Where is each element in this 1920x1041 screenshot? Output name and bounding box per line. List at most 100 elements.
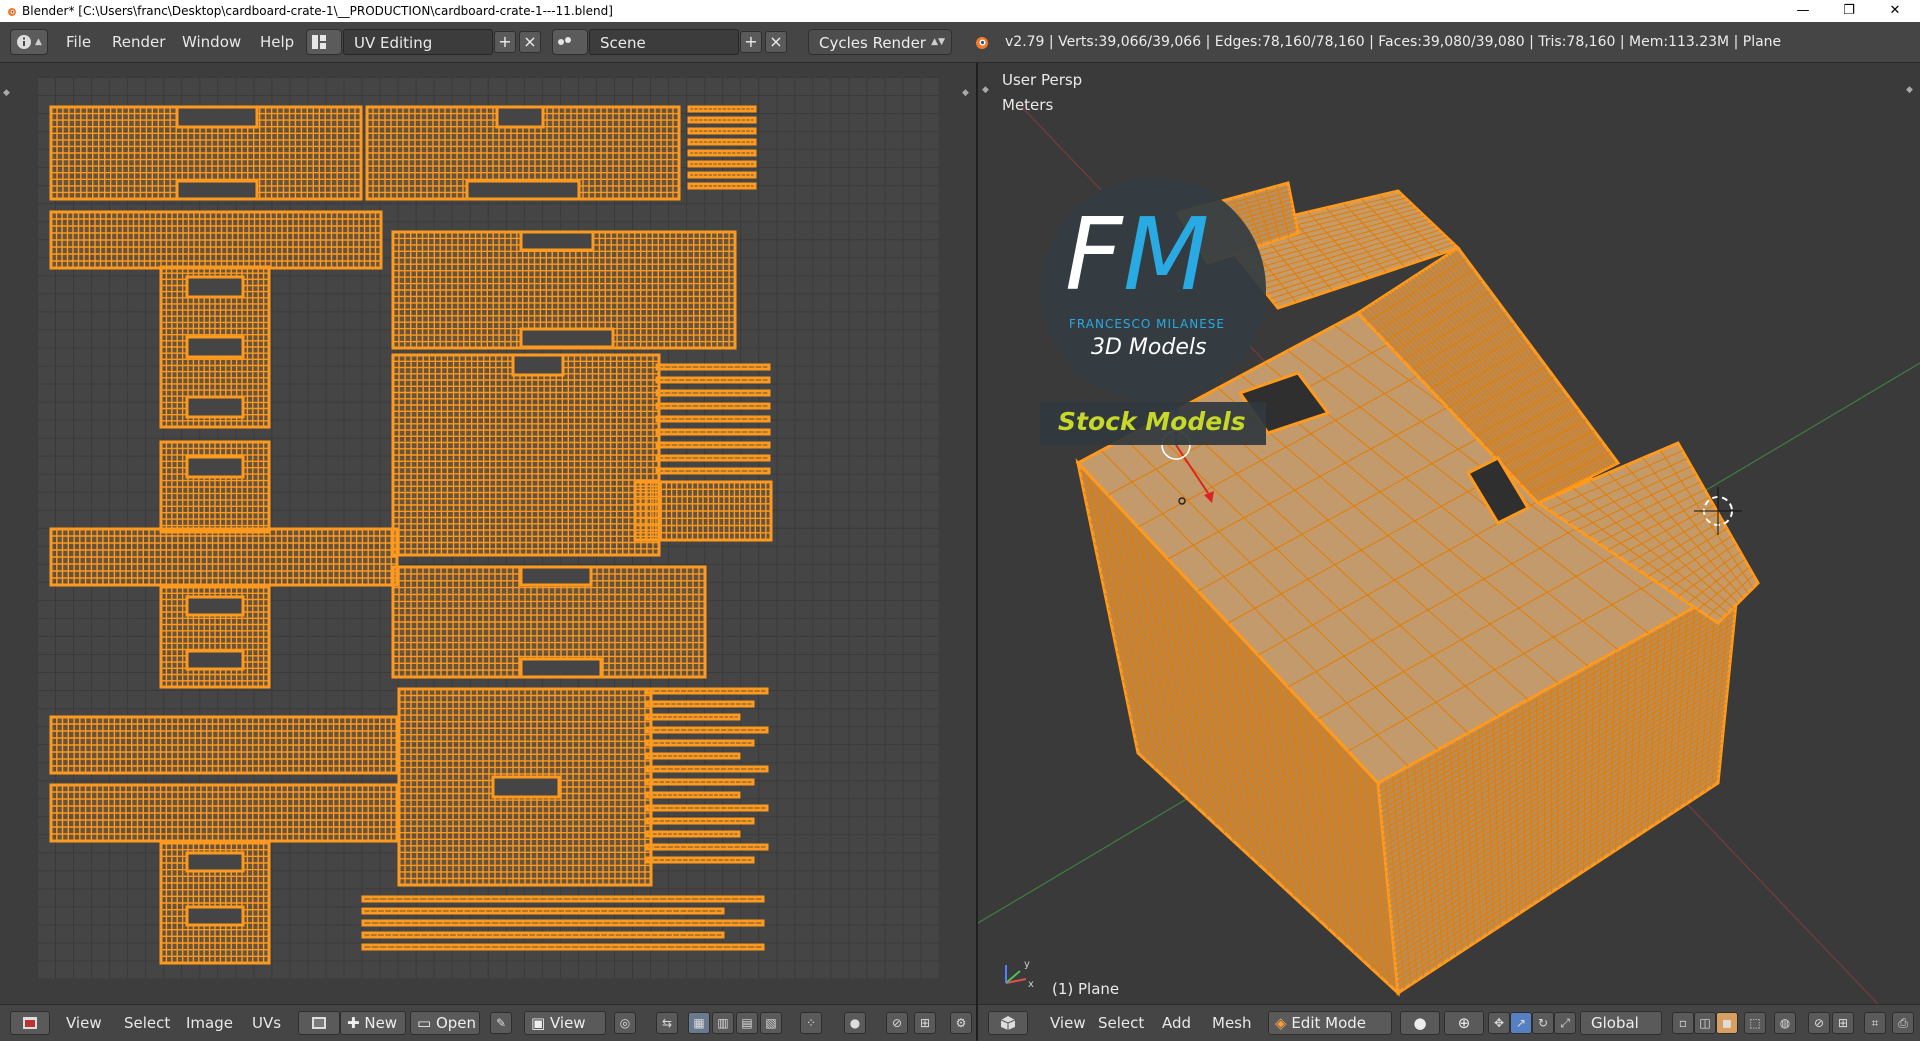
add-screen-icon[interactable]: + [494, 31, 516, 53]
uv-strip[interactable] [645, 752, 741, 760]
uv-strip[interactable] [655, 363, 771, 371]
uv-strip[interactable] [687, 149, 757, 157]
3d-viewport[interactable]: User Persp Meters ◆ ◆ F M FRANCESCO MILA… [978, 63, 1920, 1004]
viewport-add-menu[interactable]: Add [1162, 1005, 1191, 1041]
minimize-button[interactable]: — [1780, 0, 1826, 22]
uv-strip[interactable] [361, 907, 725, 915]
remove-scene-icon[interactable]: × [765, 31, 787, 53]
uv-strip[interactable] [361, 919, 765, 927]
uv-strip[interactable] [645, 726, 769, 734]
uv-strip[interactable] [645, 778, 755, 786]
properties-expand-icon[interactable]: ◆ [1906, 85, 1913, 95]
uv-island[interactable] [391, 565, 707, 679]
uv-strip[interactable] [645, 830, 741, 838]
uv-island[interactable] [49, 527, 399, 587]
window-menu[interactable]: Window [182, 22, 241, 62]
editor-type-info-button[interactable]: ▲ [10, 29, 48, 55]
uv-island[interactable] [49, 210, 383, 270]
uv-strip[interactable] [687, 105, 757, 113]
sticky-mode-icon[interactable]: ⁘ [800, 1012, 822, 1034]
uv-island[interactable] [159, 841, 271, 965]
scale-manipulator-icon[interactable]: ⤢ [1554, 1012, 1576, 1034]
uv-strip[interactable] [687, 160, 757, 168]
render-preview-icon[interactable]: ⎙ [1892, 1012, 1914, 1034]
uv-strip[interactable] [655, 389, 771, 397]
uv-strip[interactable] [655, 441, 771, 449]
uv-image-editor[interactable]: ◆ ◆ [0, 63, 976, 1004]
remove-screen-icon[interactable]: × [519, 31, 541, 53]
uv-strip[interactable] [687, 116, 757, 124]
uv-island[interactable] [633, 480, 773, 542]
manipulator-toggle-icon[interactable]: ✥ [1488, 1012, 1510, 1034]
uv-strip[interactable] [361, 943, 765, 951]
uv-strip[interactable] [645, 713, 741, 721]
interaction-mode-dropdown[interactable]: ◈ Edit Mode [1268, 1011, 1392, 1035]
uv-select-menu[interactable]: Select [124, 1005, 170, 1041]
browse-image-button[interactable] [298, 1011, 340, 1035]
uv-strip[interactable] [687, 182, 757, 190]
translate-manipulator-icon[interactable]: ↗ [1510, 1012, 1532, 1034]
uv-island[interactable] [397, 687, 653, 887]
snap-toggle-icon[interactable]: ⊘ [1808, 1012, 1830, 1034]
viewport-shading-dropdown[interactable]: ● [1400, 1011, 1440, 1035]
transform-orientation-dropdown[interactable]: Global [1580, 1011, 1662, 1035]
uv-strip[interactable] [645, 765, 769, 773]
uv-strip[interactable] [645, 700, 755, 708]
uv-strip[interactable] [645, 817, 755, 825]
sync-selection-icon[interactable]: ⇆ [656, 1012, 678, 1034]
uv-island[interactable] [391, 353, 661, 557]
image-mode-dropdown[interactable]: ▣ View [524, 1011, 606, 1035]
render-menu[interactable]: Render [112, 22, 165, 62]
uv-island[interactable] [49, 783, 399, 843]
uv-island[interactable] [159, 585, 271, 689]
screen-layout-selector[interactable] [306, 29, 342, 55]
scene-name[interactable]: Scene [589, 29, 739, 55]
close-window-button[interactable]: ✕ [1872, 0, 1918, 22]
uv-strip[interactable] [645, 687, 769, 695]
uv-strip[interactable] [687, 138, 757, 146]
snap-target-icon[interactable]: ⊞ [914, 1012, 936, 1034]
toolshelf-expand-icon[interactable]: ◆ [982, 85, 989, 95]
viewport-editor-type-button[interactable] [988, 1011, 1028, 1035]
add-scene-icon[interactable]: + [740, 31, 762, 53]
uv-uvs-menu[interactable]: UVs [252, 1005, 281, 1041]
uv-islands[interactable] [37, 77, 939, 979]
uv-strip[interactable] [655, 415, 771, 423]
uv-island[interactable] [159, 265, 271, 429]
uv-strip[interactable] [655, 376, 771, 384]
uv-island[interactable] [49, 715, 399, 775]
rotate-manipulator-icon[interactable]: ↻ [1532, 1012, 1554, 1034]
uv-island[interactable] [365, 105, 681, 201]
uv-editor-type-button[interactable] [10, 1011, 50, 1035]
proportional-editing-icon[interactable]: ◍ [1774, 1012, 1796, 1034]
uv-editor-extra-icon[interactable]: ⚙ [950, 1012, 972, 1034]
file-menu[interactable]: File [66, 22, 91, 62]
uv-island[interactable] [159, 440, 271, 534]
opengl-render-icon[interactable]: ⌗ [1864, 1012, 1886, 1034]
face-select-icon[interactable]: ▤ [736, 1012, 758, 1034]
uv-strip[interactable] [361, 931, 725, 939]
uv-strip[interactable] [645, 856, 755, 864]
snap-icon[interactable]: ⊘ [886, 1012, 908, 1034]
edge-select-icon[interactable]: ▥ [712, 1012, 734, 1034]
viewport-view-menu[interactable]: View [1050, 1005, 1086, 1041]
proportional-edit-icon[interactable]: ● [844, 1012, 866, 1034]
vertex-select-mode-icon[interactable]: ▫ [1672, 1012, 1694, 1034]
uv-strip[interactable] [645, 804, 769, 812]
uv-strip[interactable] [645, 739, 755, 747]
limit-selection-icon[interactable]: ⬚ [1744, 1012, 1766, 1034]
new-image-button[interactable]: ✚ New [340, 1011, 406, 1035]
pivot-icon[interactable]: ◎ [614, 1012, 636, 1034]
uv-strip[interactable] [655, 454, 771, 462]
uv-strip[interactable] [687, 171, 757, 179]
face-select-mode-icon[interactable]: ◼ [1716, 1012, 1738, 1034]
uv-strip[interactable] [655, 428, 771, 436]
uv-strip[interactable] [687, 127, 757, 135]
maximize-button[interactable]: ❐ [1826, 0, 1872, 22]
uv-strip[interactable] [655, 467, 771, 475]
toolshelf-expand-icon[interactable]: ◆ [962, 88, 969, 98]
vertex-select-icon[interactable]: ▦ [688, 1012, 710, 1034]
island-select-icon[interactable]: ▧ [760, 1012, 782, 1034]
region-expand-icon[interactable]: ◆ [3, 88, 10, 98]
screen-layout-name[interactable]: UV Editing [343, 29, 493, 55]
